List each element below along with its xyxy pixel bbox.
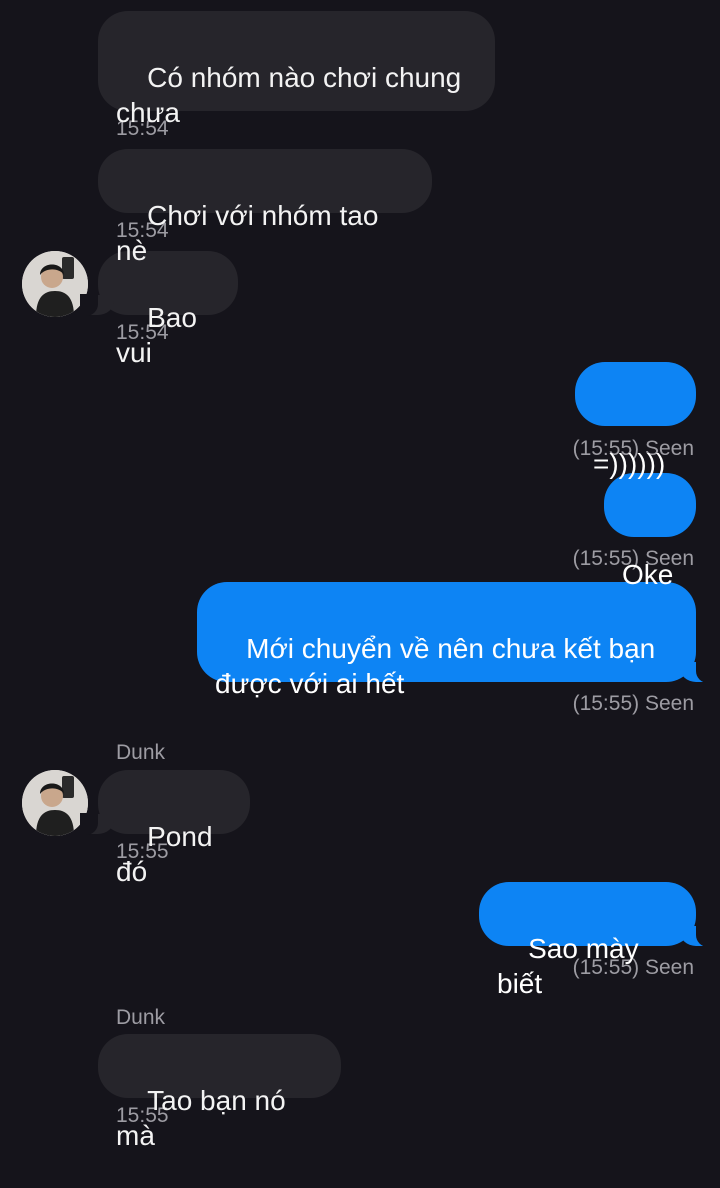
sender-name: Dunk [116, 741, 166, 764]
incoming-message[interactable]: Chơi với nhóm tao nè [98, 149, 432, 266]
outgoing-message[interactable]: =)))))) [575, 362, 696, 479]
contact-avatar[interactable] [22, 770, 88, 836]
contact-avatar[interactable] [22, 251, 88, 317]
seen-status: (15:55) Seen [572, 692, 694, 715]
avatar-photo-icon [22, 251, 88, 317]
message-text: Oke [622, 559, 674, 590]
outgoing-message[interactable]: Mới chuyển về nên chưa kết bạn được với … [197, 582, 714, 699]
sender-name: Dunk [116, 1006, 166, 1029]
avatar-photo-icon [22, 770, 88, 836]
incoming-message[interactable]: Pond đó [80, 770, 250, 887]
chat-thread: Có nhóm nào chơi chung chưa 15:54 Chơi v… [0, 0, 720, 1151]
incoming-message[interactable]: Tao bạn nó mà [98, 1034, 341, 1151]
message-text: Mới chuyển về nên chưa kết bạn được với … [215, 633, 656, 699]
message-text: =)))))) [593, 448, 666, 479]
outgoing-message[interactable]: Sao mày biết [479, 882, 714, 999]
message-text: Có nhóm nào chơi chung chưa [116, 62, 462, 128]
outgoing-message[interactable]: Oke [604, 473, 696, 590]
incoming-message[interactable]: Có nhóm nào chơi chung chưa [98, 11, 495, 128]
